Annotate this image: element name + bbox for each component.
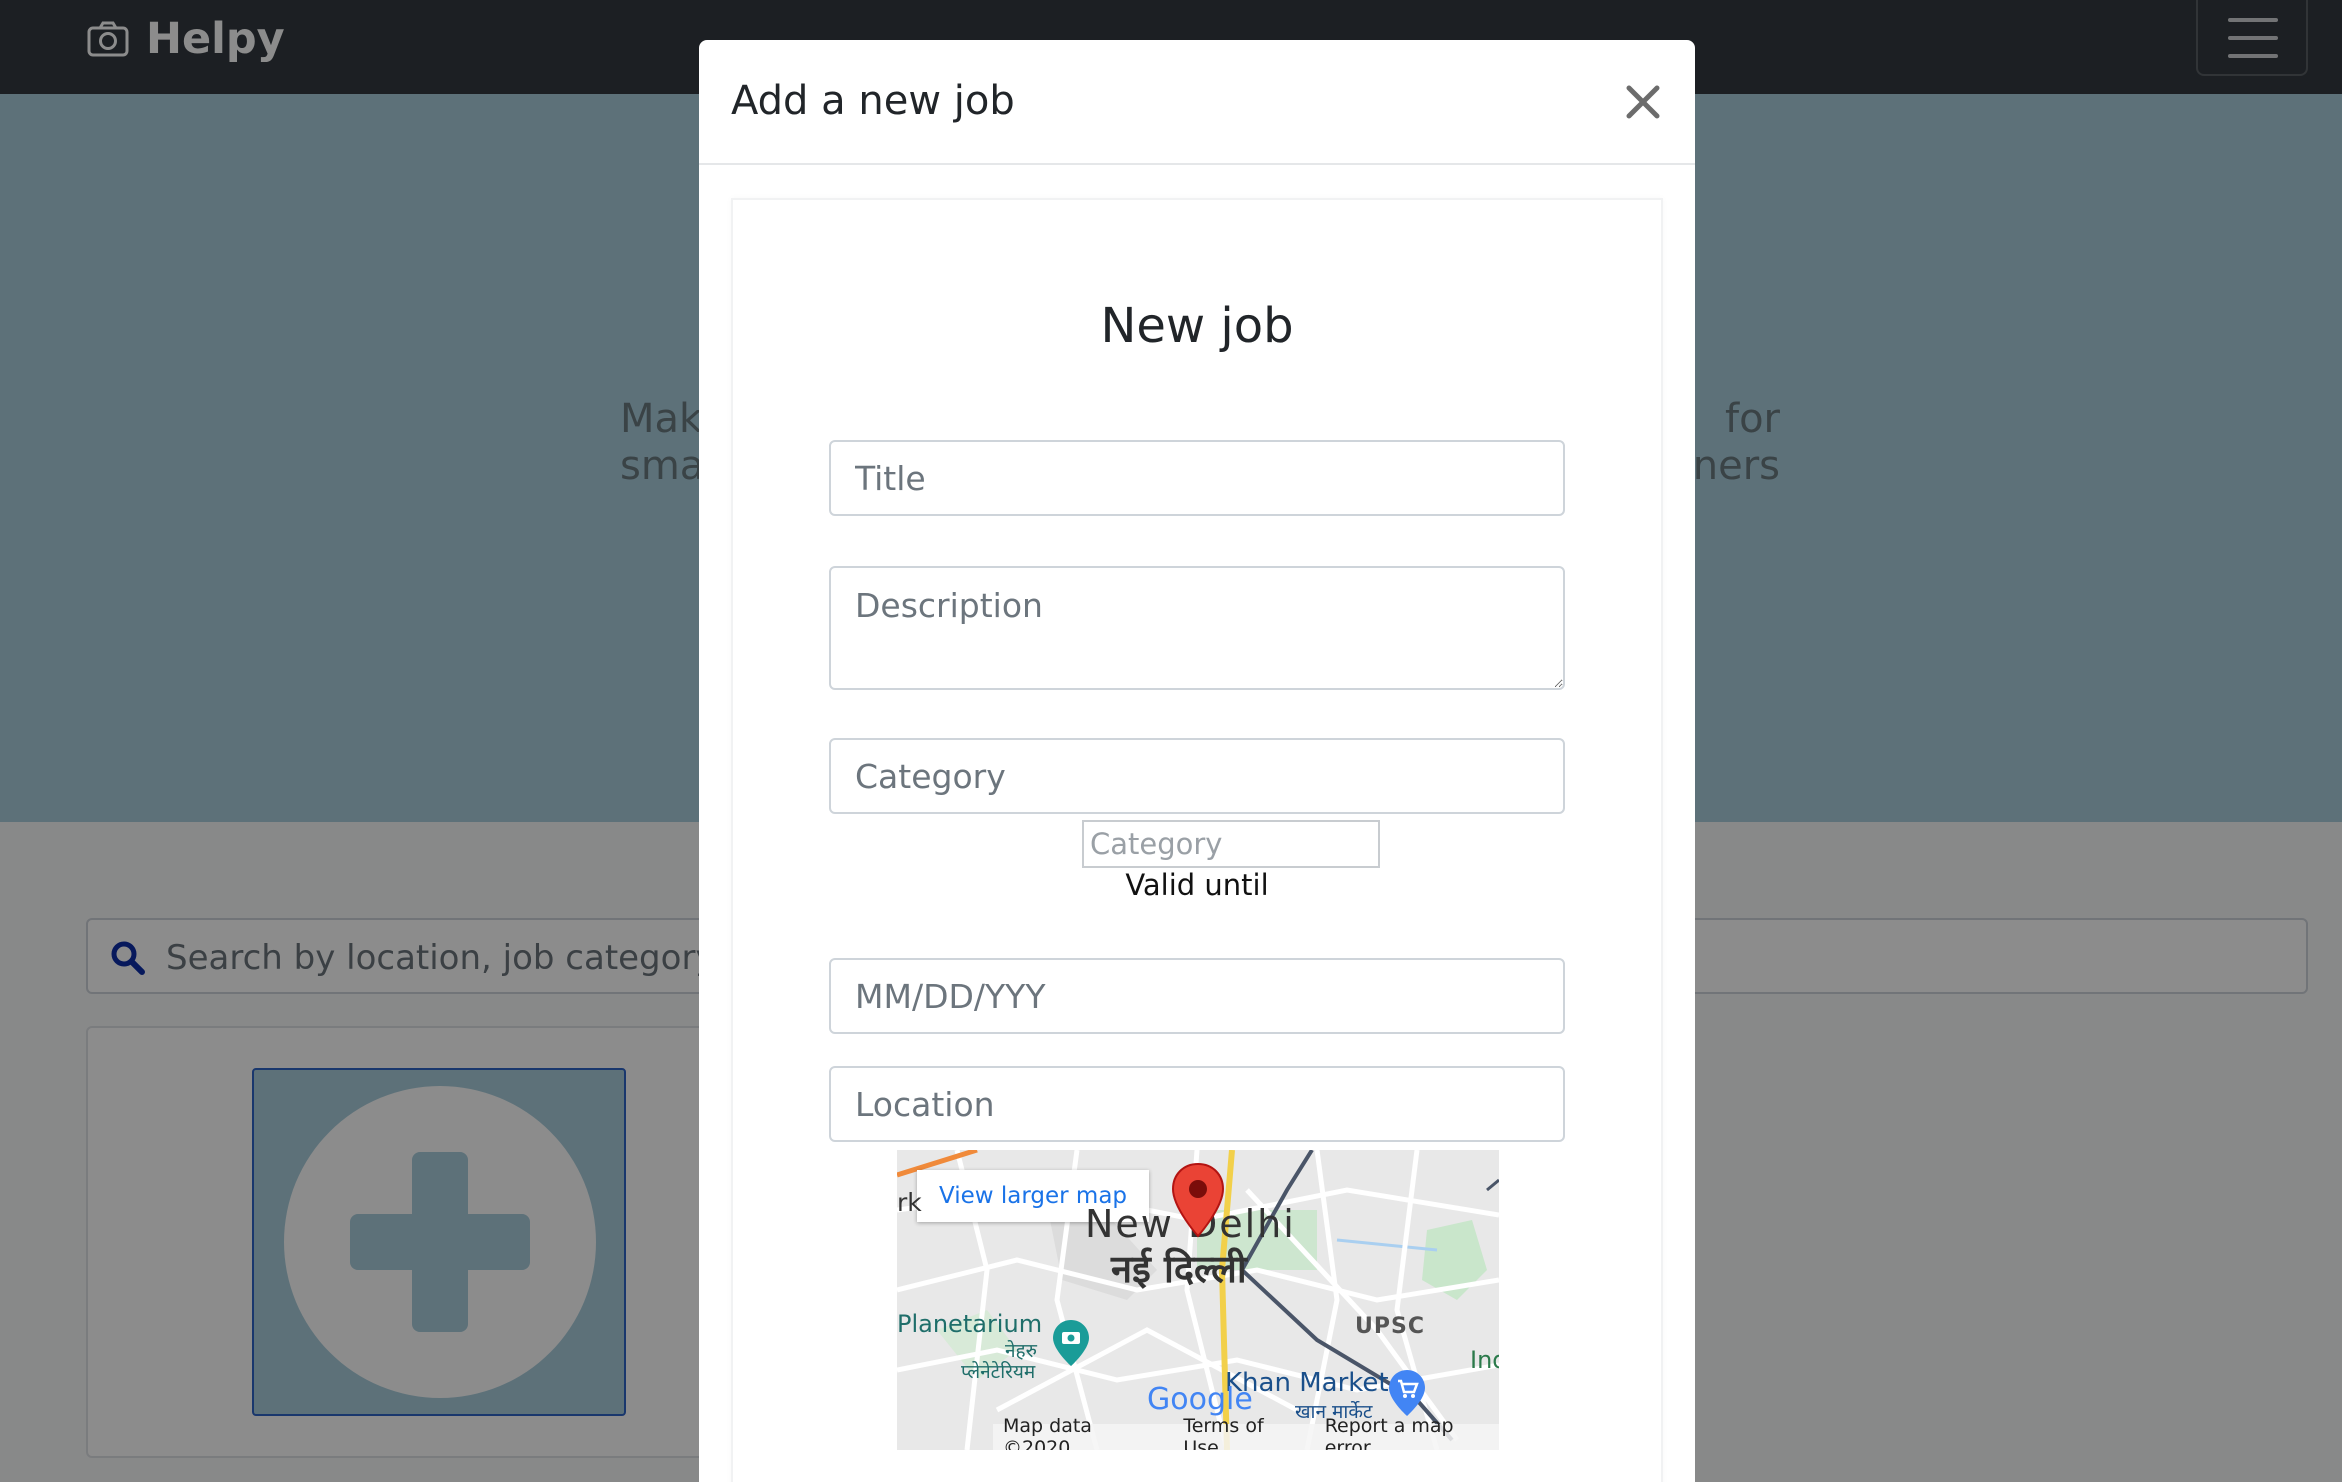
add-job-modal: Add a new job New job Valid until [699, 40, 1695, 1482]
title-input[interactable] [829, 440, 1565, 516]
modal-header: Add a new job [699, 40, 1695, 165]
map-place-planetarium: Planetarium [897, 1310, 1043, 1338]
location-input[interactable] [829, 1066, 1565, 1142]
category-input[interactable] [829, 738, 1565, 814]
map-place-upsc: UPSC [1355, 1314, 1425, 1339]
location-map[interactable]: View larger map rk New Delhi नई दिल्ली P… [897, 1150, 1499, 1450]
form-heading: New job [1100, 298, 1294, 354]
description-textarea[interactable] [829, 566, 1565, 690]
category-small-input[interactable] [1082, 820, 1380, 868]
map-footer: Map data ©2020 Terms of Use Report a map… [993, 1415, 1499, 1450]
map-report-error-link[interactable]: Report a map error [1325, 1415, 1499, 1450]
map-edge-label: rk [897, 1188, 922, 1217]
new-job-form: New job Valid until [731, 198, 1663, 1482]
map-city-label-hindi: नई दिल्ली [1111, 1247, 1247, 1291]
map-pin-icon [1171, 1162, 1225, 1238]
map-place-planetarium-hindi2: प्लेनेटेरियम [961, 1361, 1036, 1383]
modal-title: Add a new job [731, 78, 1015, 124]
shopping-cart-icon [1389, 1370, 1425, 1416]
map-terms-link[interactable]: Terms of Use [1183, 1415, 1300, 1450]
map-data-credit: Map data ©2020 [1003, 1415, 1092, 1450]
google-logo: Google [1147, 1382, 1253, 1417]
valid-until-date-input[interactable] [829, 958, 1565, 1034]
museum-icon [1053, 1320, 1089, 1366]
map-place-ind: Ind [1470, 1346, 1499, 1374]
valid-until-label: Valid until [1125, 868, 1269, 902]
close-icon[interactable] [1619, 78, 1667, 126]
